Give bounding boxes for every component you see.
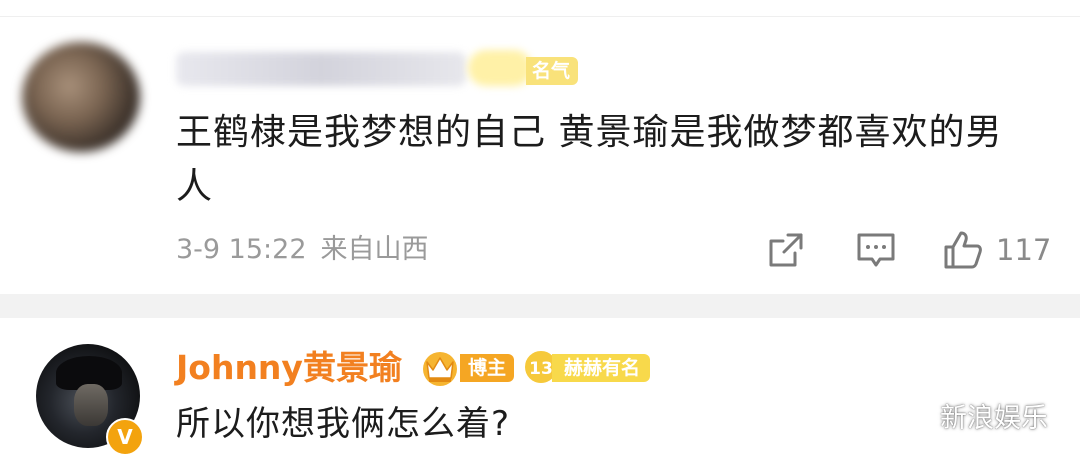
comment-icon [857, 233, 895, 267]
section-divider [0, 294, 1080, 318]
level-number: 13 [529, 359, 553, 379]
badge-blurred [468, 50, 532, 86]
comment-text: 王鹤棣是我梦想的自己 黄景瑜是我做梦都喜欢的男人 [176, 112, 1003, 207]
top-divider [0, 16, 1080, 17]
comment-meta: 3-9 15:22 来自山西 [176, 230, 429, 270]
comment-text: 所以你想我俩怎么着? [176, 404, 511, 444]
avatar-blurred[interactable] [22, 42, 140, 152]
fame-badge: 名气 [526, 57, 579, 85]
username-blurred[interactable] [176, 52, 466, 86]
blogger-badge: 博主 [460, 354, 515, 382]
comment-location: 来自山西 [320, 234, 429, 265]
wechat-icon [897, 401, 930, 428]
like-count: 117 [996, 233, 1052, 267]
like-button[interactable]: 117 [942, 228, 1051, 272]
share-button[interactable] [766, 228, 806, 272]
like-icon [944, 231, 982, 269]
verified-badge: V [106, 418, 144, 456]
watermark: 新浪娱乐 [896, 394, 1048, 436]
username[interactable]: Johnny黄景瑜 [176, 345, 402, 391]
watermark-label: 新浪娱乐 [940, 402, 1048, 434]
crown-icon [423, 352, 457, 386]
comment-date: 3-9 15:22 [176, 234, 307, 265]
reply-button[interactable] [855, 228, 897, 272]
fame-level-badge: 赫赫有名 [552, 354, 651, 382]
share-icon [769, 233, 803, 267]
